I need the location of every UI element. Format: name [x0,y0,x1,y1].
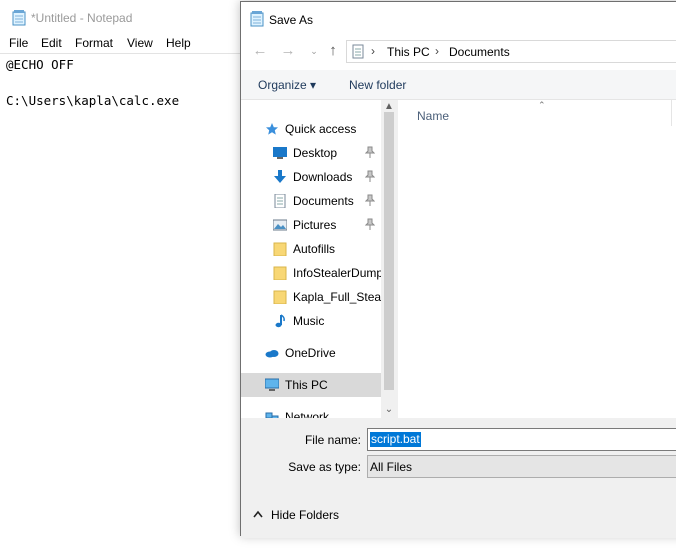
navigation-pane: Quick access Desktop Downloads Documents… [241,100,397,418]
text-line: C:\Users\kapla\calc.exe [6,93,180,108]
nav-label: Network [285,410,330,418]
menu-view[interactable]: View [127,36,153,50]
file-list[interactable]: ⌃ Name [398,100,676,418]
pin-icon [365,170,375,182]
file-name-input[interactable]: script.bat [367,428,676,451]
scrollbar-thumb[interactable] [384,112,394,390]
nav-label: Quick access [285,122,357,136]
menu-edit[interactable]: Edit [41,36,62,50]
nav-label: Kapla_Full_Stealer [293,290,381,304]
folder-icon [273,242,287,256]
menu-help[interactable]: Help [166,36,191,50]
forward-arrow-icon[interactable]: → [279,42,297,60]
notepad-title: *Untitled - Notepad [31,11,133,25]
address-bar[interactable]: › This PC › Documents [346,40,676,63]
nav-item-infostealerdump[interactable]: InfoStealerDump [241,261,381,285]
file-name-value: script.bat [370,432,421,447]
breadcrumb-chevron-icon: › [371,44,375,58]
sort-ascending-icon: ⌃ [538,100,546,110]
nav-label: OneDrive [285,346,336,360]
nav-label: This PC [285,378,328,392]
up-arrow-icon[interactable]: ↑ [324,42,342,60]
column-divider[interactable] [671,100,672,126]
nav-label: Documents [293,194,354,208]
save-as-type-select[interactable]: All Files [367,455,676,478]
hide-folders-button[interactable]: Hide Folders [253,506,363,526]
nav-item-music[interactable]: Music [241,309,381,333]
folder-icon [273,290,287,304]
nav-item-onedrive[interactable]: OneDrive [241,341,381,365]
nav-label: Pictures [293,218,337,232]
nav-item-pictures[interactable]: Pictures [241,213,381,237]
nav-label: Music [293,314,325,328]
nav-item-kapla-full-stealer[interactable]: Kapla_Full_Stealer [241,285,381,309]
menu-format[interactable]: Format [75,36,113,50]
network-icon [265,412,279,418]
text-line: @ECHO OFF [6,57,74,72]
nav-label: Downloads [293,170,353,184]
nav-label: InfoStealerDump [293,266,381,280]
organize-button[interactable]: Organize ▾ [258,78,316,92]
back-arrow-icon[interactable]: ← [251,42,269,60]
cloud-icon [265,350,279,358]
scroll-down-icon[interactable]: ⌄ [384,405,394,415]
save-fields-panel: File name: script.bat Save as type: All … [241,418,676,538]
nav-item-autofills[interactable]: Autofills [241,237,381,261]
hide-folders-label: Hide Folders [271,508,340,522]
save-as-type-value: All Files [370,460,413,474]
save-as-dialog: Save As ← → ⌄ ↑ › This PC › Documents Or… [240,1,676,538]
column-header-name[interactable]: Name [417,109,449,123]
download-arrow-icon [274,170,286,183]
computer-icon [265,378,279,391]
pictures-icon [273,219,287,231]
pin-icon [365,194,375,206]
notepad-icon [250,11,264,27]
breadcrumb-this-pc[interactable]: This PC [387,45,430,59]
nav-item-quick-access[interactable]: Quick access [241,117,381,141]
pin-icon [365,218,375,230]
address-row: ← → ⌄ ↑ › This PC › Documents [241,34,676,70]
dialog-title: Save As [269,13,314,27]
dialog-titlebar[interactable]: Save As [241,2,676,34]
music-note-icon [275,314,285,328]
star-icon [266,123,278,135]
chevron-up-icon [253,510,263,518]
folder-icon [273,266,287,280]
nav-scrollbar[interactable]: ▲ ⌄ [381,100,397,418]
document-icon [274,194,286,208]
file-name-label: File name: [304,433,361,447]
recent-locations-chevron-icon[interactable]: ⌄ [305,42,323,60]
notepad-icon [12,10,26,26]
nav-item-documents[interactable]: Documents [241,189,381,213]
document-icon [352,44,364,59]
desktop-icon [273,147,287,159]
nav-item-this-pc[interactable]: This PC [241,373,381,397]
nav-item-network[interactable]: Network [241,405,381,418]
pin-icon [365,146,375,158]
command-bar: Organize ▾ New folder [241,70,676,100]
nav-label: Autofills [293,242,336,256]
menu-file[interactable]: File [9,36,28,50]
nav-item-desktop[interactable]: Desktop [241,141,381,165]
save-as-type-label: Save as type: [288,460,361,474]
breadcrumb-documents[interactable]: Documents [449,45,510,59]
new-folder-button[interactable]: New folder [349,78,406,92]
nav-label: Desktop [293,146,338,160]
breadcrumb-chevron-icon: › [435,44,439,58]
nav-item-downloads[interactable]: Downloads [241,165,381,189]
scroll-up-icon[interactable]: ▲ [384,102,394,112]
